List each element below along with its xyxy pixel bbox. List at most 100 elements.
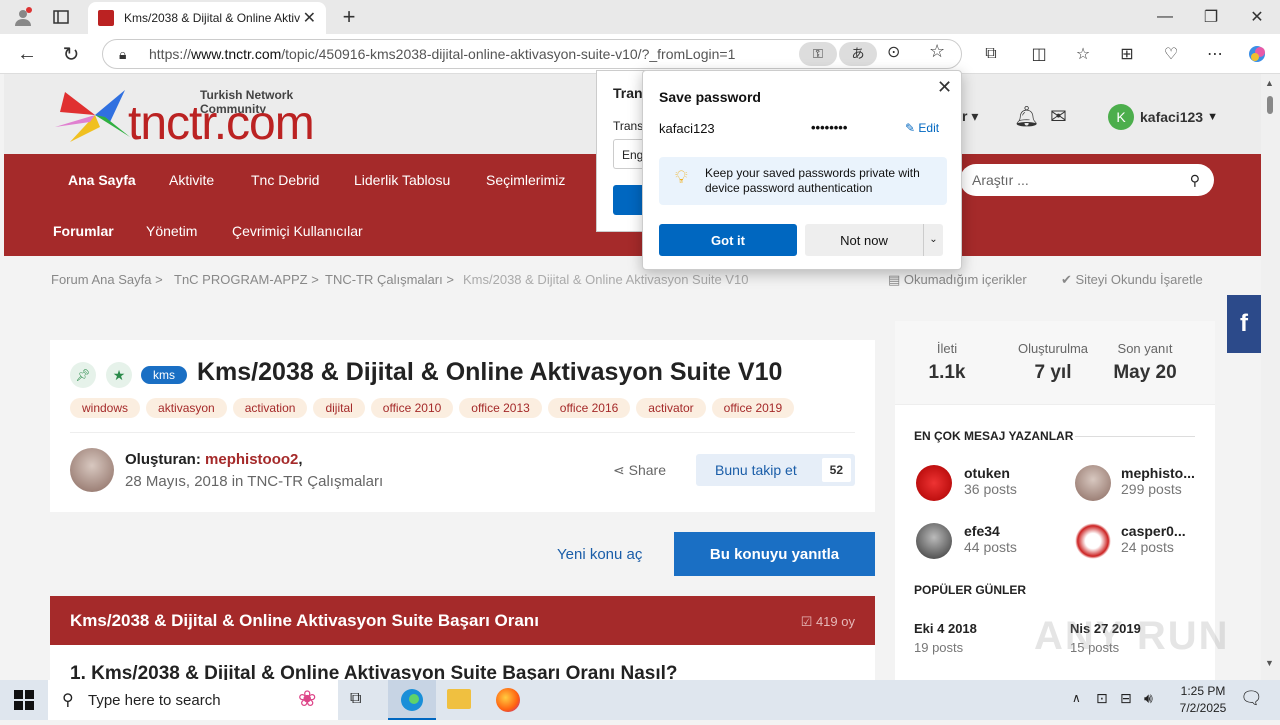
task-view-icon[interactable]: ⧉ [350, 690, 361, 708]
nav-forumlar[interactable]: Forumlar [53, 223, 114, 239]
nav-secimlerimiz[interactable]: Seçimlerimiz [486, 172, 565, 188]
url-path: /topic/450916-kms2038-dijital-online-akt… [281, 46, 736, 62]
nav-aktivite[interactable]: Aktivite [169, 172, 214, 188]
active-tab[interactable]: Kms/2038 & Dijital & Online Aktiv ✕ [88, 2, 326, 34]
url-host: www.tnctr.com [191, 46, 282, 62]
user-menu[interactable]: K kafaci123 ▼ [1108, 104, 1218, 130]
tray-device-icon[interactable]: ⊡ [1096, 690, 1108, 707]
messages-envelope-icon[interactable]: ✉ [1050, 104, 1067, 129]
edge-taskbar-icon[interactable] [388, 680, 436, 720]
search-icon[interactable]: ⚲ [1190, 172, 1200, 189]
new-topic-link[interactable]: Yeni konu aç [557, 546, 642, 563]
unread-content-link[interactable]: ▤ Okumadığım içerikler [888, 272, 1027, 288]
tag[interactable]: office 2010 [370, 398, 454, 418]
clock-time[interactable]: 1:25 PM [1172, 684, 1234, 698]
avatar[interactable] [916, 465, 952, 501]
favorite-star-icon[interactable]: ☆ [929, 41, 945, 62]
avatar[interactable] [1075, 523, 1111, 559]
saved-username: kafaci123 [659, 121, 715, 136]
scroll-up-icon[interactable]: ▲ [1265, 78, 1274, 88]
network-icon[interactable]: ⊟ [1120, 690, 1132, 707]
notifications-bell-icon[interactable]: 🔔︎ [1014, 104, 1039, 129]
scroll-thumb[interactable] [1267, 96, 1273, 114]
close-window-icon[interactable]: ✕ [1242, 2, 1272, 32]
avatar[interactable] [916, 523, 952, 559]
facebook-share-icon[interactable]: f [1227, 295, 1261, 353]
tab-actions-icon[interactable] [46, 2, 76, 32]
restore-icon[interactable]: ❐ [1196, 2, 1226, 32]
nav-cevrimici[interactable]: Çevrimiçi Kullanıcılar [232, 223, 363, 239]
translate-icon[interactable]: あ [839, 42, 877, 66]
tag[interactable]: dijital [313, 398, 365, 418]
breadcrumb-item[interactable]: Forum Ana Sayfa > [51, 272, 163, 287]
edit-link[interactable]: ✎ Edit [905, 121, 939, 135]
chevron-down-icon[interactable]: ⌄ [923, 224, 943, 256]
tag[interactable]: office 2016 [547, 398, 631, 418]
poster-item[interactable]: mephisto... 299 posts [1121, 465, 1195, 497]
nav-tnc-debrid[interactable]: Tnc Debrid [251, 172, 319, 188]
nav-yonetim[interactable]: Yönetim [146, 223, 197, 239]
poster-item[interactable]: otuken 36 posts [964, 465, 1017, 497]
reply-button[interactable]: Bu konuyu yanıtla [674, 532, 875, 576]
not-now-button[interactable]: Not now ⌄ [805, 224, 943, 256]
tag[interactable]: aktivasyon [146, 398, 227, 418]
nav-liderlik[interactable]: Liderlik Tablosu [354, 172, 450, 188]
start-windows-icon[interactable] [14, 690, 34, 710]
profile-icon[interactable] [8, 2, 38, 32]
file-explorer-icon[interactable] [447, 689, 471, 709]
more-page-icon[interactable]: ⊙ [887, 42, 900, 62]
scroll-down-icon[interactable]: ▼ [1265, 658, 1274, 668]
close-tab-icon[interactable]: ✕ [303, 8, 316, 28]
tag[interactable]: activation [232, 398, 308, 418]
site-logo[interactable]: Turkish Network Community tnctr.com [50, 82, 350, 150]
mark-read-link[interactable]: ✔ Siteyi Okundu İşaretle [1061, 272, 1203, 288]
header-partial-menu[interactable]: r ▾ [962, 108, 978, 125]
back-icon[interactable]: ← [12, 39, 42, 69]
topic-prefix-badge[interactable]: kms [141, 366, 187, 384]
popular-day-item[interactable]: Eki 4 2018 19 posts [914, 621, 977, 655]
breadcrumb-item[interactable]: TNC-TR Çalışmaları > [325, 272, 454, 287]
favorites-icon[interactable]: ☆ [1068, 39, 1098, 69]
collections-icon[interactable]: ⊞ [1112, 39, 1142, 69]
tag[interactable]: office 2013 [459, 398, 542, 418]
avatar[interactable] [1075, 465, 1111, 501]
firefox-icon[interactable] [496, 688, 520, 712]
password-key-icon[interactable]: ⚿ [799, 42, 837, 66]
poster-item[interactable]: efe34 44 posts [964, 523, 1017, 555]
new-tab-icon[interactable]: + [334, 2, 364, 32]
tag[interactable]: windows [70, 398, 141, 418]
author-line: Oluşturan: mephistooo2, [125, 451, 303, 468]
site-search-input[interactable]: Araştır ... [972, 172, 1190, 188]
url-field[interactable]: 🔒︎ https://www.tnctr.com/topic/450916-km… [102, 39, 962, 69]
poll-header: Kms/2038 & Dijital & Online Aktivasyon S… [50, 596, 875, 645]
tray-chevron-up-icon[interactable]: ∧ [1072, 691, 1081, 705]
author-avatar[interactable] [70, 448, 114, 492]
site-search[interactable]: Araştır ... ⚲ [960, 164, 1214, 196]
follow-count: 52 [821, 458, 851, 482]
copilot-icon[interactable] [1242, 39, 1272, 69]
clock-date[interactable]: 7/2/2025 [1172, 701, 1234, 715]
tag[interactable]: activator [636, 398, 706, 418]
page-scrollbar[interactable]: ▲ ▼ [1261, 74, 1280, 680]
notifications-icon[interactable]: 🗨︎ [1240, 688, 1263, 709]
breadcrumb-item[interactable]: TnC PROGRAM-APPZ > [174, 272, 319, 287]
share-button[interactable]: ⋖ Share [613, 462, 666, 479]
breadcrumb-current: Kms/2038 & Dijital & Online Aktivasyon S… [463, 272, 749, 287]
extensions-icon[interactable]: ⧉ [976, 39, 1006, 69]
minimize-icon[interactable]: — [1150, 2, 1180, 32]
author-link[interactable]: mephistooo2 [205, 451, 298, 468]
got-it-button[interactable]: Got it [659, 224, 797, 256]
taskbar-search-input[interactable]: Type here to search [88, 692, 221, 709]
logo-star-icon [55, 90, 130, 142]
follow-button[interactable]: Bunu takip et 52 [696, 454, 855, 486]
split-screen-icon[interactable]: ◫ [1024, 39, 1054, 69]
taskbar-search[interactable]: ⚲ Type here to search ❀ [48, 680, 338, 720]
browser-essentials-icon[interactable]: ♡ [1156, 39, 1186, 69]
tag[interactable]: office 2019 [711, 398, 795, 418]
close-icon[interactable]: ✕ [937, 77, 952, 98]
nav-ana-sayfa[interactable]: Ana Sayfa [68, 172, 136, 188]
settings-more-icon[interactable]: ⋯ [1200, 39, 1230, 69]
refresh-icon[interactable]: ↻ [56, 39, 86, 69]
volume-icon[interactable]: 🔊︎ [1144, 690, 1153, 707]
poster-item[interactable]: casper0... 24 posts [1121, 523, 1186, 555]
